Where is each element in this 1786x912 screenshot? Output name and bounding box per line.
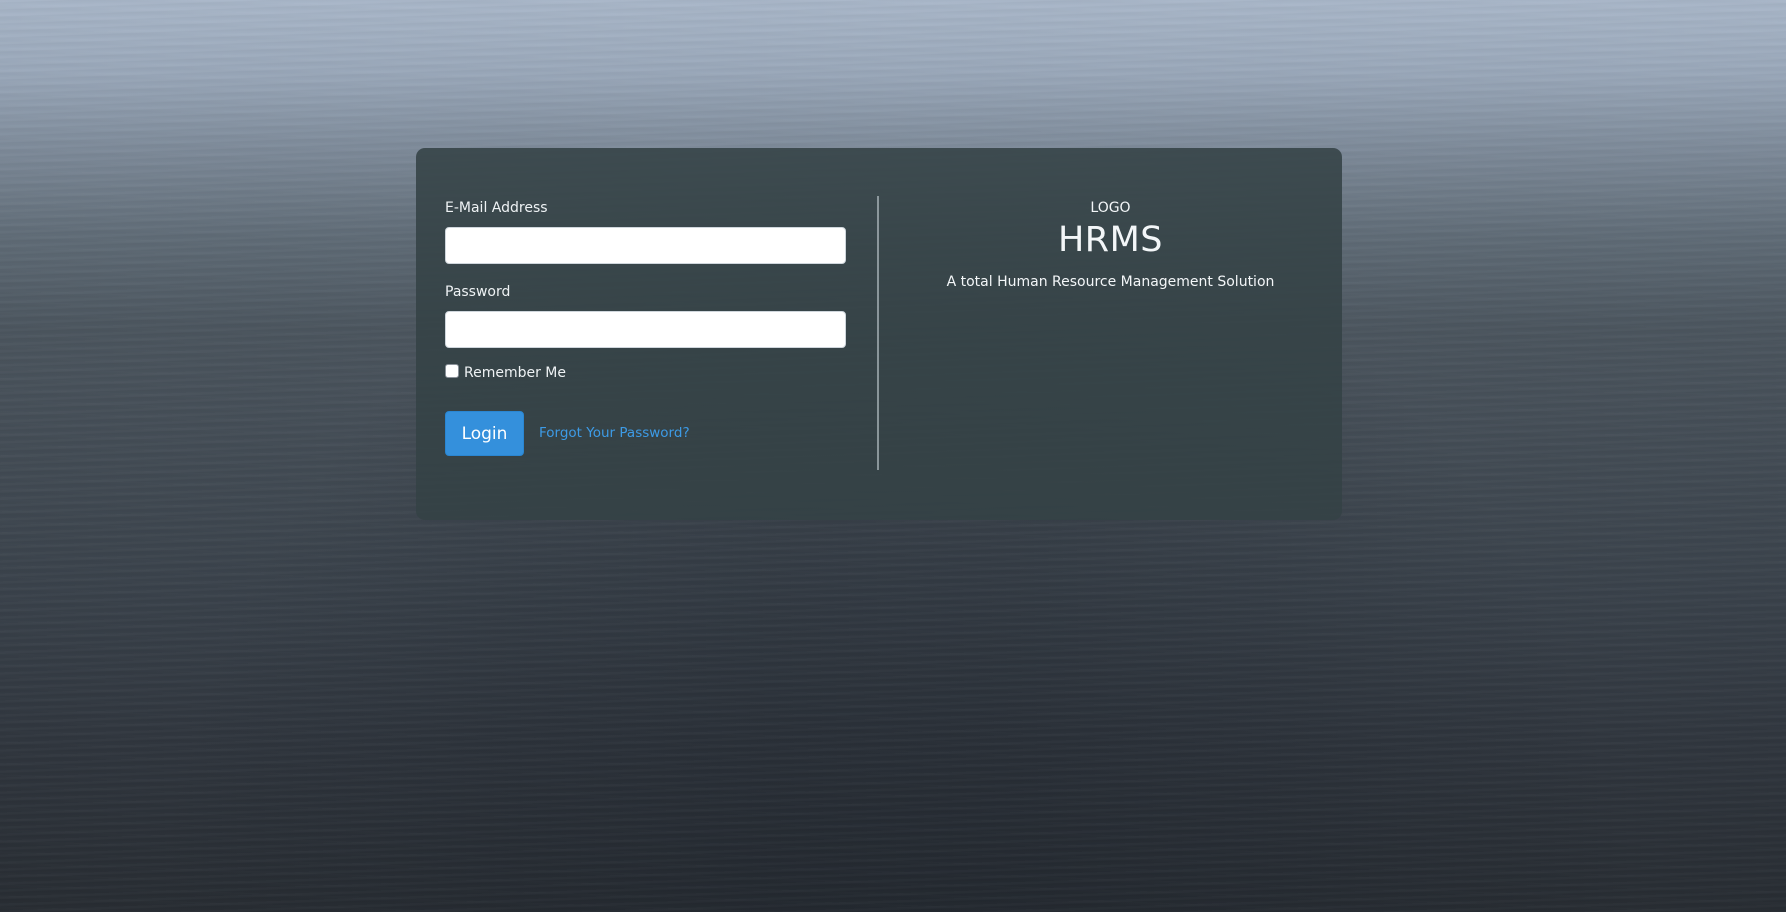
remember-me: Remember Me xyxy=(445,364,566,381)
app-title: HRMS xyxy=(1057,220,1164,260)
password-field[interactable] xyxy=(445,311,846,348)
app-tagline: A total Human Resource Management Soluti… xyxy=(946,274,1275,290)
email-label: E-Mail Address xyxy=(445,200,548,216)
login-card: E-Mail Address Password Remember Me Logi… xyxy=(416,148,1342,520)
logo-text: LOGO xyxy=(1090,200,1131,216)
email-field[interactable] xyxy=(445,227,846,264)
login-button[interactable]: Login xyxy=(445,411,524,456)
remember-me-checkbox[interactable] xyxy=(445,364,459,378)
remember-me-label: Remember Me xyxy=(464,365,566,381)
password-label: Password xyxy=(445,284,511,300)
forgot-password-link[interactable]: Forgot Your Password? xyxy=(539,425,690,441)
